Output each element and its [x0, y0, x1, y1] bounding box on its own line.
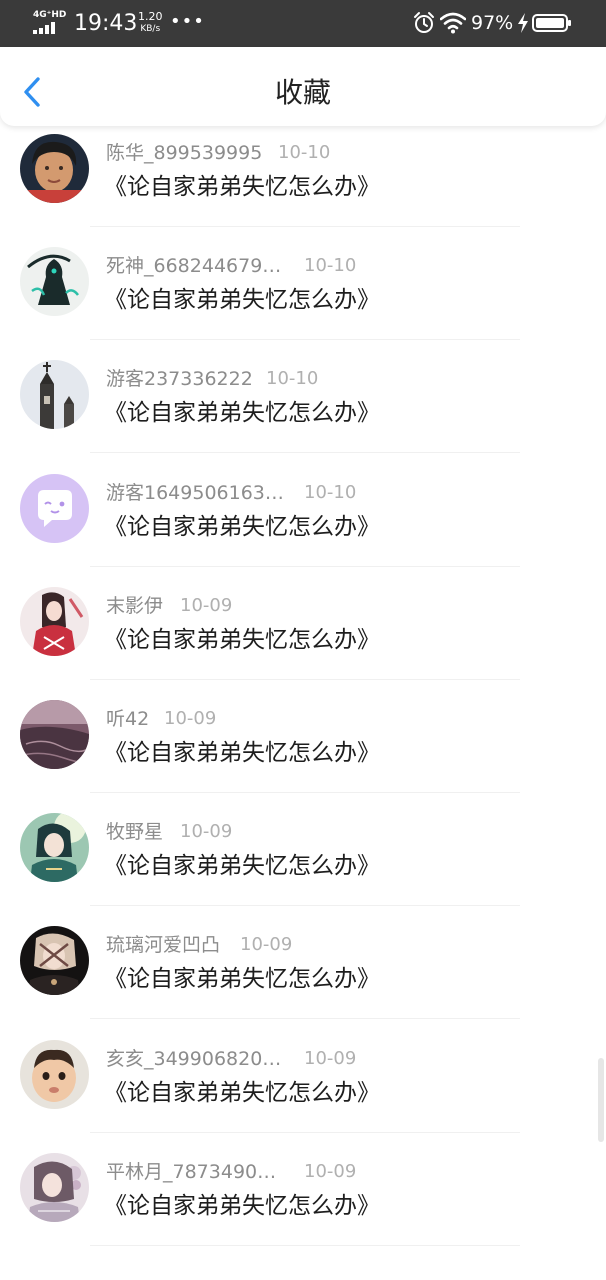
username[interactable]: 牧野星	[106, 819, 163, 845]
avatar[interactable]	[20, 926, 89, 996]
item-meta: 琉璃河爱凹凸 10-09	[106, 932, 292, 958]
network-speed: 1.20 KB/s	[138, 11, 163, 35]
divider	[90, 1131, 520, 1133]
username[interactable]: 游客237336222	[106, 366, 253, 392]
battery-percent: 97%	[471, 12, 514, 34]
favorites-page: 4G⁺HD 19:43 1.20 KB/s ••• 97% 收藏 陈华_8995…	[0, 0, 606, 1280]
item-title[interactable]: 《论自家弟弟失忆怎么办》	[104, 1190, 380, 1222]
item-title[interactable]: 《论自家弟弟失忆怎么办》	[104, 850, 380, 882]
item-date: 10-09	[240, 934, 293, 956]
item-meta: 死神_668244679… 10-10	[106, 253, 356, 279]
avatar[interactable]	[20, 1039, 89, 1109]
username[interactable]: 末影伊	[106, 593, 163, 619]
item-title[interactable]: 《论自家弟弟失忆怎么办》	[104, 963, 380, 995]
item-date: 10-09	[180, 594, 233, 616]
list-item[interactable]: 陈华_899539995 10-10 《论自家弟弟失忆怎么办》	[0, 126, 606, 239]
item-meta: 游客237336222 10-10	[106, 366, 318, 392]
network-type-label: 4G⁺HD	[33, 10, 67, 20]
username[interactable]: 陈华_899539995	[106, 140, 262, 166]
scrollbar[interactable]	[598, 1058, 604, 1142]
list-item[interactable]: 听42 10-09 《论自家弟弟失忆怎么办》	[0, 692, 606, 805]
username[interactable]: 平林月_7873490…	[106, 1159, 276, 1185]
item-date: 10-09	[180, 821, 233, 843]
list-item[interactable]: 末影伊 10-09 《论自家弟弟失忆怎么办》	[0, 579, 606, 692]
list-item[interactable]: 牧野星 10-09 《论自家弟弟失忆怎么办》	[0, 805, 606, 918]
list-item[interactable]: 游客1649506163… 10-10 《论自家弟弟失忆怎么办》	[0, 466, 606, 579]
item-meta: 陈华_899539995 10-10	[106, 140, 330, 166]
avatar[interactable]	[20, 473, 89, 543]
status-bar: 4G⁺HD 19:43 1.20 KB/s ••• 97%	[0, 0, 606, 47]
item-meta: 听42 10-09	[106, 706, 216, 732]
item-title[interactable]: 《论自家弟弟失忆怎么办》	[104, 1077, 380, 1109]
page-title: 收藏	[274, 76, 331, 109]
divider	[90, 905, 520, 907]
divider	[90, 678, 520, 680]
item-meta: 亥亥_349906820… 10-09	[106, 1046, 356, 1072]
item-date: 10-09	[304, 1047, 357, 1069]
username[interactable]: 死神_668244679…	[106, 253, 281, 279]
item-title[interactable]: 《论自家弟弟失忆怎么办》	[104, 511, 380, 543]
avatar[interactable]	[20, 134, 89, 203]
list-item[interactable]: 死神_668244679… 10-10 《论自家弟弟失忆怎么办》	[0, 239, 606, 352]
signal-icon: 4G⁺HD	[33, 10, 67, 34]
avatar[interactable]	[20, 1152, 89, 1222]
item-title[interactable]: 《论自家弟弟失忆怎么办》	[104, 624, 380, 656]
avatar[interactable]	[20, 247, 89, 317]
alarm-icon	[414, 12, 434, 33]
divider	[90, 452, 520, 454]
item-date: 10-10	[266, 368, 319, 390]
avatar[interactable]	[20, 699, 89, 769]
item-date: 10-10	[304, 481, 357, 503]
item-date: 10-09	[304, 1160, 357, 1182]
divider	[90, 565, 520, 567]
username[interactable]: 听42	[106, 706, 149, 732]
item-title[interactable]: 《论自家弟弟失忆怎么办》	[104, 397, 380, 429]
status-time: 19:43	[74, 11, 138, 36]
list-item[interactable]: 游客237336222 10-10 《论自家弟弟失忆怎么办》	[0, 352, 606, 465]
network-speed-unit: KB/s	[140, 24, 161, 34]
divider	[90, 226, 520, 227]
divider	[90, 791, 520, 793]
divider	[90, 1244, 520, 1246]
battery-icon	[532, 14, 571, 32]
item-date: 10-09	[164, 707, 217, 729]
network-speed-value: 1.20	[138, 10, 163, 23]
app-header: 收藏	[0, 47, 606, 126]
item-title[interactable]: 《论自家弟弟失忆怎么办》	[104, 737, 380, 769]
list-item[interactable]: 亥亥_349906820… 10-09 《论自家弟弟失忆怎么办》	[0, 1032, 606, 1145]
username[interactable]: 琉璃河爱凹凸	[106, 932, 220, 958]
item-title[interactable]: 《论自家弟弟失忆怎么办》	[104, 284, 380, 316]
avatar[interactable]	[20, 360, 89, 430]
username[interactable]: 游客1649506163…	[106, 480, 284, 506]
item-date: 10-10	[278, 142, 331, 163]
item-date: 10-10	[304, 255, 357, 277]
more-notifications-icon: •••	[170, 11, 205, 32]
avatar[interactable]	[20, 586, 89, 656]
item-title[interactable]: 《论自家弟弟失忆怎么办》	[104, 171, 380, 203]
list-item[interactable]: 平林月_7873490… 10-09 《论自家弟弟失忆怎么办》	[0, 1145, 606, 1258]
item-meta: 平林月_7873490… 10-09	[106, 1159, 356, 1185]
favorites-list: 陈华_899539995 10-10 《论自家弟弟失忆怎么办》 死神_66824…	[0, 126, 606, 1258]
divider	[90, 339, 520, 341]
item-meta: 末影伊 10-09	[106, 593, 232, 619]
username[interactable]: 亥亥_349906820…	[106, 1046, 281, 1072]
avatar[interactable]	[20, 813, 89, 883]
item-meta: 游客1649506163… 10-10	[106, 480, 356, 506]
divider	[90, 1018, 520, 1020]
list-item[interactable]: 琉璃河爱凹凸 10-09 《论自家弟弟失忆怎么办》	[0, 918, 606, 1031]
item-meta: 牧野星 10-09	[106, 819, 232, 845]
charging-icon	[518, 13, 528, 33]
wifi-icon	[440, 12, 466, 34]
